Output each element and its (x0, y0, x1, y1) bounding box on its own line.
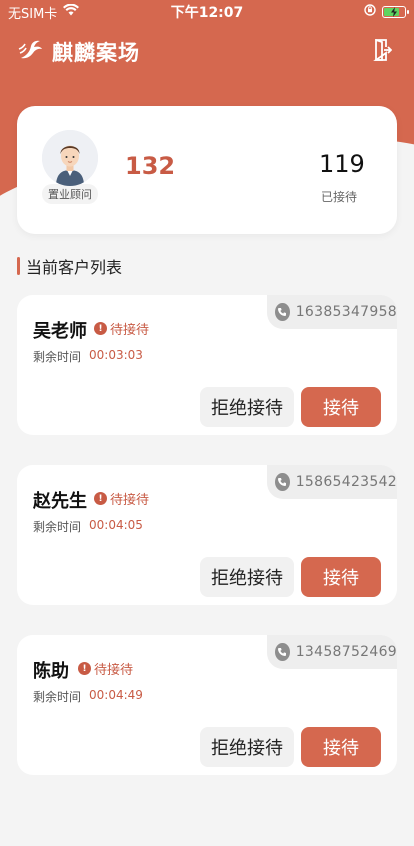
status-left: 无SIM卡 (8, 3, 148, 22)
remaining-time-value: 00:04:05 (89, 518, 143, 532)
phone-icon (275, 303, 290, 321)
logout-door-icon (372, 38, 393, 65)
orientation-lock-icon (364, 4, 376, 20)
remaining-time-value: 00:03:03 (89, 348, 143, 362)
customer-card: 13458752469 陈助 ! 待接待 剩余时间 00:04:49 拒绝接待 … (17, 635, 397, 775)
phone-number: 16385347958 (295, 304, 397, 320)
accept-button[interactable]: 接待 (301, 557, 381, 597)
customer-name: 吴老师 (33, 321, 87, 342)
phone-tag[interactable]: 16385347958 (267, 295, 397, 329)
app-title: 麒麟案场 (52, 41, 140, 65)
profile-card: 置业顾问 132 119 已接待 (17, 106, 397, 234)
battery-icon (381, 6, 409, 18)
alert-icon: ! (94, 492, 107, 505)
phone-number: 13458752469 (295, 644, 397, 660)
carrier-label: 无SIM卡 (8, 6, 58, 22)
customer-card: 16385347958 吴老师 ! 待接待 剩余时间 00:03:03 拒绝接待… (17, 295, 397, 435)
advisor-role-label: 置业顾问 (42, 184, 98, 204)
customer-name: 赵先生 (33, 491, 87, 512)
served-count: 119 (319, 150, 365, 178)
pending-count: 132 (125, 152, 176, 180)
section-header: 当前客户列表 (17, 254, 122, 278)
reject-button[interactable]: 拒绝接待 (200, 557, 294, 597)
phone-number: 15865423542 (295, 474, 397, 490)
accept-button[interactable]: 接待 (301, 387, 381, 427)
customer-card: 15865423542 赵先生 ! 待接待 剩余时间 00:04:05 拒绝接待… (17, 465, 397, 605)
remaining-time-label: 剩余时间 (33, 350, 82, 364)
remaining-time-value: 00:04:49 (89, 688, 143, 702)
remaining-time-label: 剩余时间 (33, 690, 82, 704)
wifi-icon (63, 3, 80, 20)
section-title: 当前客户列表 (26, 258, 123, 277)
alert-icon: ! (78, 662, 91, 675)
status-right (266, 4, 409, 20)
status-text: 待接待 (110, 493, 150, 508)
reject-button[interactable]: 拒绝接待 (200, 387, 294, 427)
status-text: 待接待 (110, 323, 150, 338)
kylin-logo-icon (18, 38, 44, 66)
accept-button[interactable]: 接待 (301, 727, 381, 767)
logout-button[interactable] (368, 38, 396, 66)
served-label: 已接待 (320, 190, 357, 204)
section-accent-bar (17, 257, 20, 275)
status-badge: ! 待接待 (94, 319, 149, 338)
app-bar: 麒麟案场 (18, 36, 396, 68)
phone-icon (275, 643, 290, 661)
alert-icon: ! (94, 322, 107, 335)
status-time: 下午12:07 (170, 5, 244, 21)
phone-tag[interactable]: 13458752469 (267, 635, 397, 669)
remaining-time-label: 剩余时间 (33, 520, 82, 534)
customer-name: 陈助 (33, 661, 69, 682)
status-text: 待接待 (94, 663, 134, 678)
brand: 麒麟案场 (18, 37, 140, 67)
status-badge: ! 待接待 (78, 659, 133, 678)
phone-icon (275, 473, 290, 491)
status-badge: ! 待接待 (94, 489, 149, 508)
advisor-avatar-group: 置业顾问 (42, 130, 98, 210)
reject-button[interactable]: 拒绝接待 (200, 727, 294, 767)
avatar[interactable] (42, 130, 98, 186)
phone-tag[interactable]: 15865423542 (267, 465, 397, 499)
status-bar: 无SIM卡 下午12:07 (0, 0, 414, 24)
